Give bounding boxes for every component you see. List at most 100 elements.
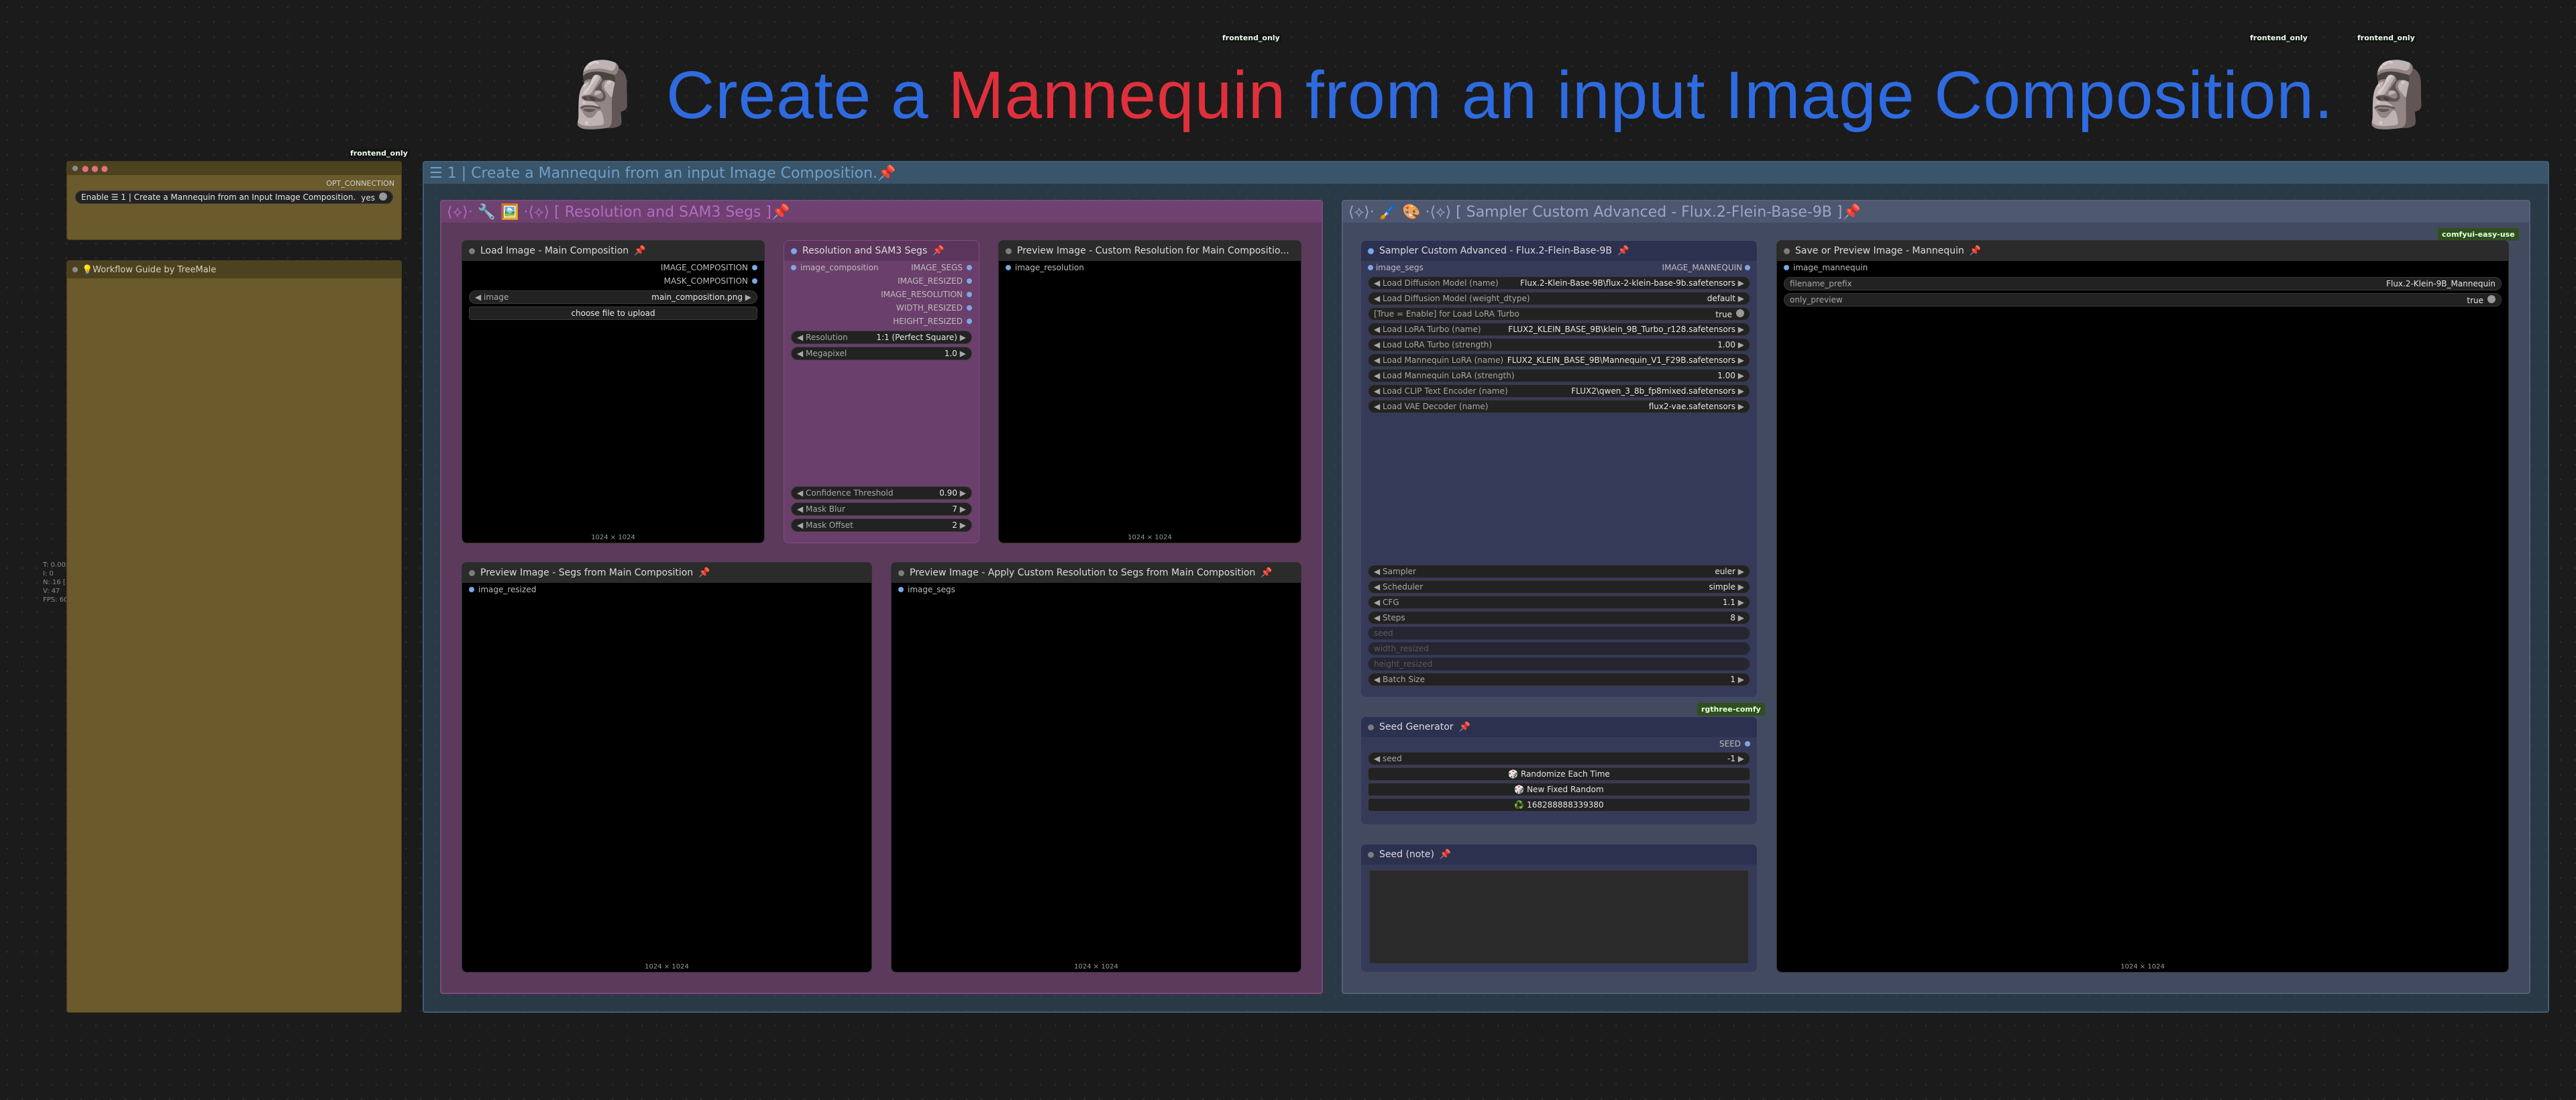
pin-icon: 📌 [1260,567,1273,578]
comfyui-easy-use-tag: comfyui-easy-use [2438,228,2519,241]
diffusion-model-dtype[interactable]: ◀ Load Diffusion Model (weight_dtype) def… [1368,292,1750,305]
socket-icon[interactable] [1784,265,1789,270]
steps-input[interactable]: ◀ Steps 8 ▶ [1368,611,1750,624]
mask-blur-input[interactable]: ◀ Mask Blur 7 ▶ [791,502,972,516]
socket-icon[interactable] [752,265,757,270]
new-fixed-random-button[interactable]: 🎲 New Fixed Random [1368,783,1750,796]
sampler-node[interactable]: Sampler Custom Advanced - Flux.2-Flein-B… [1360,240,1758,698]
output-seed[interactable]: SEED [1361,737,1757,751]
mask-offset-input[interactable]: ◀ Mask Offset 2 ▶ [791,518,972,532]
socket-icon[interactable] [1745,265,1750,270]
mannequin-lora-strength[interactable]: ◀ Load Mannequin LoRA (strength) 1.00 ▶ [1368,369,1750,382]
sampler-io[interactable]: image_segs IMAGE_MANNEQUIN [1361,261,1757,274]
main-group-title: ☰ 1 | Create a Mannequin from an input I… [424,162,2548,184]
frontend-only-tag: frontend_only [2356,34,2416,42]
node-title: Seed Generator [1379,722,1454,732]
filename-prefix-input[interactable]: filename_prefix Flux.2-Klein-9B_Mannequin [1784,277,2502,290]
resolution-sam-node[interactable]: Resolution and SAM3 Segs 📌 image_composit… [784,240,979,543]
toggle-knob-icon[interactable] [2487,294,2496,303]
socket-icon[interactable] [967,319,972,324]
node-dot-icon[interactable] [1368,248,1374,254]
socket-icon[interactable] [967,265,972,270]
socket-icon[interactable] [967,278,972,284]
image-dims: 1024 × 1024 [1074,963,1118,971]
node-dot-icon[interactable] [1368,851,1374,858]
output-image-composition[interactable]: IMAGE_COMPOSITION [462,261,764,274]
socket-icon[interactable] [1006,265,1011,270]
seed-input-disabled: seed [1368,626,1750,640]
socket-icon[interactable] [967,292,972,297]
note-textarea[interactable] [1369,870,1749,964]
lora-turbo-name[interactable]: ◀ Load LoRA Turbo (name) FLUX2_KLEIN_BASE… [1368,323,1750,336]
node-title: Sampler Custom Advanced - Flux.2-Flein-B… [1379,245,1612,256]
socket-icon[interactable] [898,587,904,592]
output-image-resized[interactable]: IMAGE_RESIZED [784,274,979,288]
frontend-only-tag: frontend_only [2249,34,2309,42]
collapse-dot-icon[interactable] [72,166,78,171]
mannequin-lora-name[interactable]: ◀ Load Mannequin LoRA (name) FLUX2_KLEIN_… [1368,353,1750,367]
socket-icon[interactable] [967,305,972,311]
node-dot-icon[interactable] [1006,248,1012,254]
lora-turbo-toggle[interactable]: [True = Enable] for Load LoRA Turbo true [1368,307,1750,321]
fast-groups-header: ● ● ● [67,162,401,175]
pin-icon: 📌 [1439,849,1452,860]
clip-encoder-name[interactable]: ◀ Load CLIP Text Encoder (name) FLUX2\qwe… [1368,384,1750,398]
resolution-select[interactable]: ◀ Resolution 1:1 (Perfect Square) ▶ [791,331,972,344]
input-image-resolution[interactable]: image_resolution [999,261,1301,274]
node-dot-icon[interactable] [1368,724,1374,730]
preview-apply-node[interactable]: Preview Image - Apply Custom Resolution … [891,562,1301,973]
upload-button[interactable]: choose file to upload [469,307,757,320]
node-dot-icon[interactable] [1784,248,1790,254]
node-dot-icon[interactable] [898,569,904,576]
lora-turbo-strength[interactable]: ◀ Load LoRA Turbo (strength) 1.00 ▶ [1368,338,1750,351]
scheduler-select[interactable]: ◀ Scheduler simple ▶ [1368,580,1750,594]
node-dot-icon[interactable] [469,569,475,576]
guide-title: 💡Workflow Guide by TreeMale [82,264,217,275]
node-title: Resolution and SAM3 Segs [802,245,928,256]
socket-icon[interactable] [752,278,757,284]
seed-input[interactable]: ◀ seed -1 ▶ [1368,752,1750,765]
node-dot-icon[interactable] [469,248,475,254]
last-seed-button[interactable]: ♻️ 168288888339380 [1368,798,1750,812]
diffusion-model-name[interactable]: ◀ Load Diffusion Model (name) Flux.2-Klei… [1368,276,1750,290]
node-dot-icon[interactable] [791,248,797,254]
output-height-resized[interactable]: HEIGHT_RESIZED [784,315,979,328]
rgthree-tag: rgthree-comfy [1697,703,1765,716]
socket-icon[interactable] [1745,741,1750,747]
sampler-select[interactable]: ◀ Sampler euler ▶ [1368,565,1750,578]
preview-resolution-node[interactable]: Preview Image - Custom Resolution for Ma… [998,240,1301,543]
workflow-guide-node[interactable]: 💡Workflow Guide by TreeMale [66,260,402,1013]
node-title: Load Image - Main Composition [480,245,629,256]
confidence-input[interactable]: ◀ Confidence Threshold 0.90 ▶ [791,486,972,500]
socket-icon[interactable] [1368,265,1373,270]
toggle-knob-icon[interactable] [379,192,387,201]
fast-groups-node[interactable]: ● ● ● OPT_CONNECTION Enable ☰ 1 | Create… [66,161,402,240]
socket-icon[interactable] [469,587,474,592]
cfg-input[interactable]: ◀ CFG 1.1 ▶ [1368,596,1750,609]
save-preview-node[interactable]: Save or Preview Image - Mannequin 📌 image… [1776,240,2509,973]
load-image-node[interactable]: Load Image - Main Composition 📌 IMAGE_COM… [462,240,765,543]
output-width-resized[interactable]: WIDTH_RESIZED [784,301,979,315]
node-title: Seed (note) [1379,849,1434,860]
collapse-dot-icon[interactable] [72,267,78,272]
pin-icon: 📌 [1969,245,1982,256]
output-image-resolution[interactable]: IMAGE_RESOLUTION [784,288,979,301]
randomize-button[interactable]: 🎲 Randomize Each Time [1368,767,1750,781]
batch-size-input[interactable]: ◀ Batch Size 1 ▶ [1368,673,1750,686]
input-image-resized[interactable]: image_resized [462,583,871,596]
toggle-knob-icon[interactable] [1736,309,1744,317]
vae-decoder-name[interactable]: ◀ Load VAE Decoder (name) flux2-vae.safet… [1368,400,1750,413]
seed-generator-node[interactable]: Seed Generator 📌 SEED ◀ seed -1 ▶ 🎲 Random… [1360,716,1758,825]
only-preview-toggle[interactable]: only_preview true [1784,293,2502,307]
output-mask-composition[interactable]: MASK_COMPOSITION [462,274,764,288]
group-toggle[interactable]: Enable ☰ 1 | Create a Mannequin from an … [75,190,393,204]
megapixel-input[interactable]: ◀ Megapixel 1.0 ▶ [791,347,972,360]
banner-title: Create a Mannequin from an input Image C… [666,57,2334,133]
pin-icon: 📌 [1617,245,1629,256]
input-image-segs[interactable]: image_segs [892,583,1301,596]
socket-icon[interactable] [791,265,796,270]
preview-segs-node[interactable]: Preview Image - Segs from Main Compositi… [462,562,872,973]
image-select[interactable]: ◀ image main_composition.png ▶ [469,290,757,304]
seed-note-node[interactable]: Seed (note) 📌 [1360,844,1758,973]
input-image-mannequin[interactable]: image_mannequin [1777,261,2508,274]
